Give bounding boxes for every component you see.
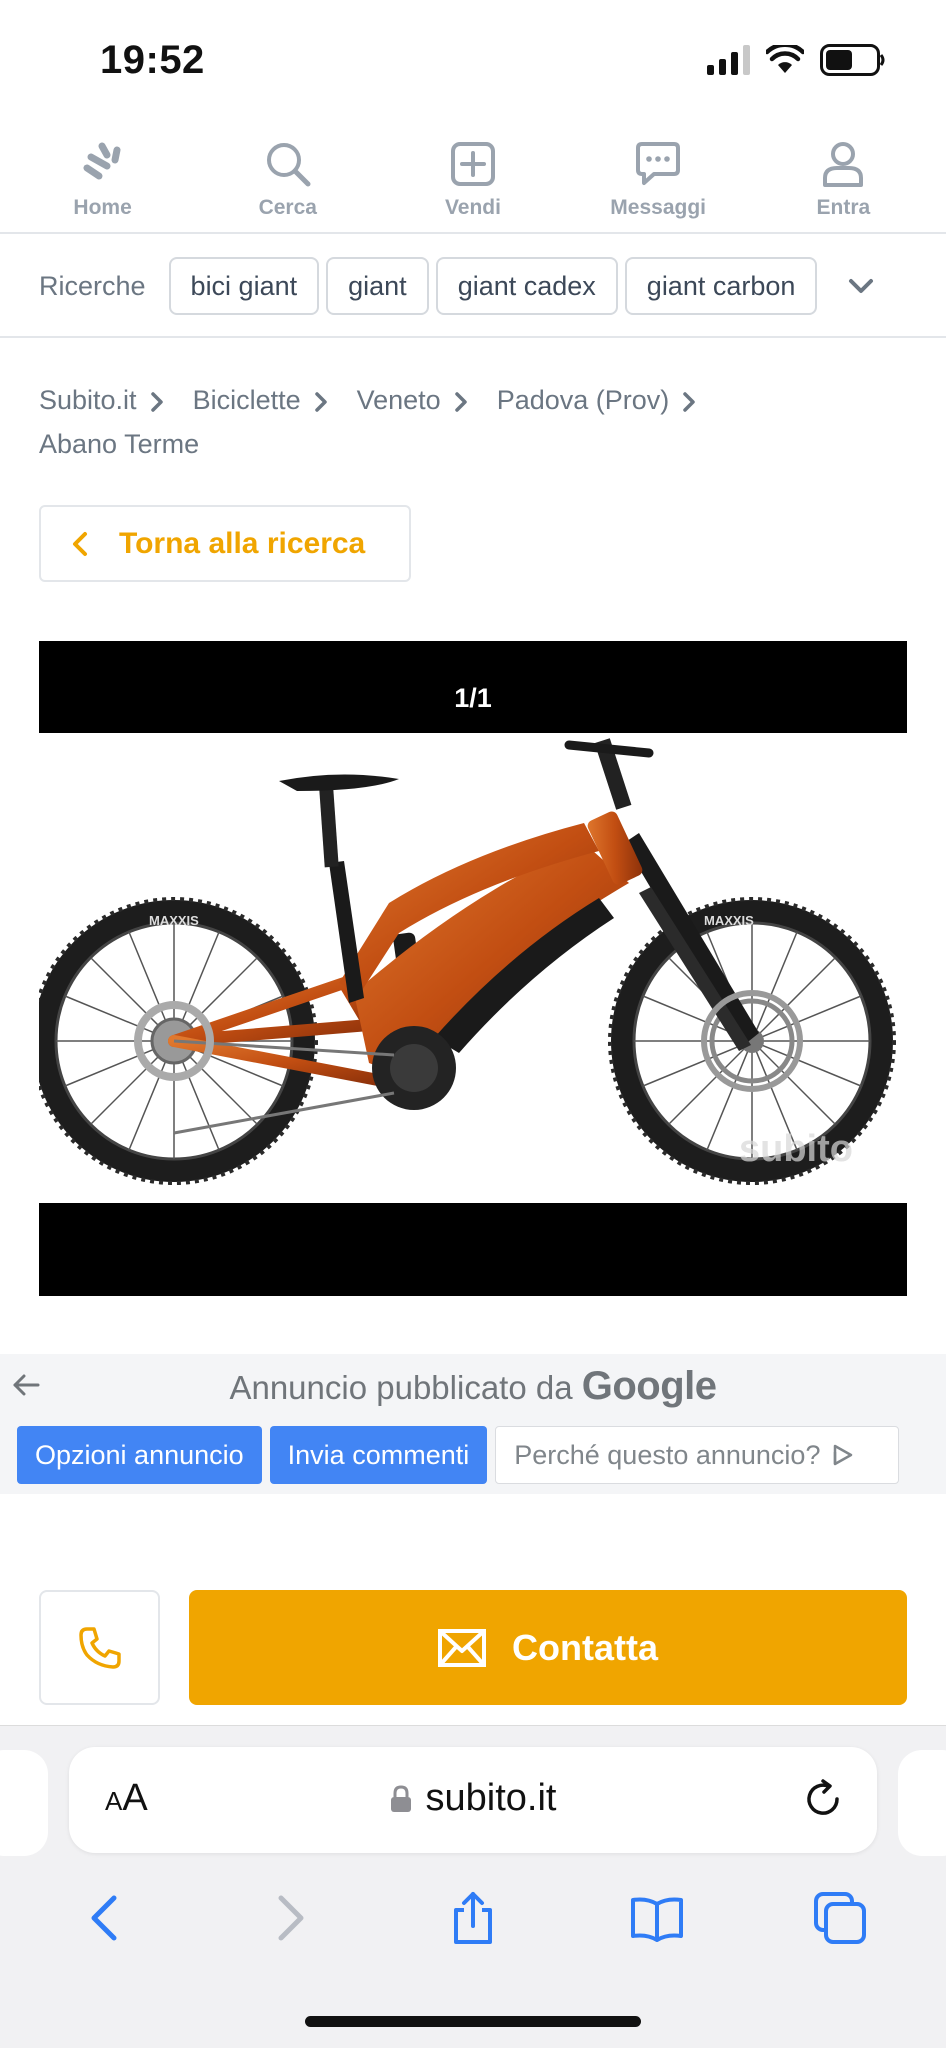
ad-buttons: Opzioni annuncio Invia commenti Perché q… bbox=[17, 1426, 900, 1484]
breadcrumb-item[interactable]: Padova (Prov) bbox=[497, 378, 670, 422]
nav-sell[interactable]: Vendi bbox=[388, 120, 558, 220]
phone-icon bbox=[78, 1626, 121, 1669]
user-icon bbox=[823, 142, 864, 187]
bicycle-image: MAXXIS MAXXIS subito bbox=[30, 738, 896, 1185]
search-chip[interactable]: bici giant bbox=[168, 257, 320, 315]
lock-icon bbox=[390, 1784, 411, 1812]
back-to-search-label: Torna alla ricerca bbox=[119, 526, 366, 560]
messages-icon bbox=[636, 142, 681, 185]
chevron-right-icon bbox=[278, 1895, 304, 1941]
previous-tab-preview[interactable] bbox=[0, 1750, 48, 1856]
send-feedback-button[interactable]: Invia commenti bbox=[269, 1426, 488, 1484]
browser-back-button[interactable] bbox=[46, 1883, 166, 1953]
status-bar: 19:52 bbox=[0, 0, 946, 120]
breadcrumb-item[interactable]: Biciclette bbox=[193, 378, 301, 422]
search-chip[interactable]: giant cadex bbox=[435, 257, 618, 315]
chevron-right-icon bbox=[150, 392, 163, 412]
nav-login-label: Entra bbox=[816, 196, 871, 219]
chevron-left-icon bbox=[73, 531, 87, 556]
chevron-right-icon bbox=[314, 392, 327, 412]
contact-button[interactable]: Contatta bbox=[189, 1590, 907, 1705]
tabs-icon bbox=[814, 1892, 867, 1944]
nav-messages[interactable]: Messaggi bbox=[573, 120, 743, 220]
nav-search[interactable]: Cerca bbox=[203, 120, 373, 220]
reload-icon[interactable] bbox=[801, 1777, 845, 1821]
search-chip[interactable]: giant bbox=[326, 257, 429, 315]
nav-login[interactable]: Entra bbox=[758, 120, 928, 220]
search-icon bbox=[266, 143, 311, 187]
share-icon bbox=[453, 1892, 492, 1944]
google-logo: Google bbox=[581, 1364, 717, 1408]
image-gallery[interactable]: 1/1 MAXXIS MAXXIS subito bbox=[30, 641, 907, 1296]
status-icons bbox=[707, 44, 886, 76]
ad-options-button[interactable]: Opzioni annuncio bbox=[17, 1426, 262, 1484]
url-text: subito.it bbox=[425, 1777, 557, 1819]
breadcrumb: Subito.it Biciclette Veneto Padova (Prov) Ab… bbox=[39, 378, 899, 466]
url-display[interactable]: subito.it bbox=[69, 1777, 877, 1820]
chevron-down-icon[interactable] bbox=[846, 271, 876, 301]
nav-home-label: Home bbox=[73, 196, 132, 219]
bookmarks-button[interactable] bbox=[597, 1883, 717, 1953]
breadcrumb-item[interactable]: Veneto bbox=[357, 378, 441, 422]
why-this-ad-button[interactable]: Perché questo annuncio? bbox=[495, 1426, 900, 1484]
recent-searches: Ricerche bici giant giant giant cadex gi… bbox=[0, 236, 946, 338]
nav-search-label: Cerca bbox=[258, 196, 317, 219]
call-button[interactable] bbox=[39, 1590, 160, 1705]
contact-label: Contatta bbox=[512, 1626, 658, 1668]
nav-sell-label: Vendi bbox=[444, 196, 501, 219]
ad-title: Annuncio pubblicato da Google bbox=[0, 1364, 946, 1409]
share-button[interactable] bbox=[413, 1883, 533, 1953]
browser-chrome: AA subito.it bbox=[0, 1725, 946, 2048]
listing-photo[interactable]: MAXXIS MAXXIS subito bbox=[30, 733, 907, 1203]
next-tab-preview[interactable] bbox=[898, 1750, 946, 1856]
gallery-counter: 1/1 bbox=[454, 683, 492, 713]
back-to-search-button[interactable]: Torna alla ricerca bbox=[39, 505, 411, 582]
breadcrumb-item[interactable]: Abano Terme bbox=[39, 422, 199, 466]
breadcrumb-item[interactable]: Subito.it bbox=[39, 378, 137, 422]
wifi-icon bbox=[766, 45, 804, 73]
book-icon bbox=[630, 1897, 683, 1942]
chevron-right-icon bbox=[683, 392, 696, 412]
home-icon bbox=[83, 142, 121, 180]
address-bar[interactable]: AA subito.it bbox=[69, 1747, 877, 1853]
ad-title-prefix: Annuncio pubblicato da bbox=[229, 1369, 573, 1406]
why-this-ad-label: Perché questo annuncio? bbox=[514, 1439, 821, 1470]
tire-brand-rear: MAXXIS bbox=[149, 913, 199, 928]
chevron-right-icon bbox=[454, 392, 467, 412]
adchoices-icon bbox=[834, 1444, 853, 1466]
battery-icon bbox=[820, 44, 885, 76]
subito-watermark: subito bbox=[739, 1128, 853, 1170]
browser-forward-button[interactable] bbox=[229, 1883, 349, 1953]
cellular-signal-icon bbox=[707, 45, 750, 75]
google-ad-bar: Annuncio pubblicato da Google Opzioni an… bbox=[0, 1354, 946, 1494]
chevron-left-icon bbox=[91, 1895, 117, 1941]
home-indicator[interactable] bbox=[305, 2016, 641, 2027]
tabs-button[interactable] bbox=[780, 1883, 900, 1953]
top-navigation: Home Cerca Vendi Messaggi Entra bbox=[0, 120, 946, 234]
browser-toolbar bbox=[0, 1878, 946, 1958]
search-chip[interactable]: giant carbon bbox=[624, 257, 818, 315]
recent-searches-label: Ricerche bbox=[39, 270, 146, 301]
envelope-icon bbox=[438, 1628, 486, 1667]
nav-home[interactable]: Home bbox=[18, 120, 188, 220]
add-icon bbox=[450, 142, 495, 186]
tire-brand-front: MAXXIS bbox=[704, 913, 754, 928]
status-time: 19:52 bbox=[100, 38, 205, 82]
nav-messages-label: Messaggi bbox=[610, 196, 706, 219]
